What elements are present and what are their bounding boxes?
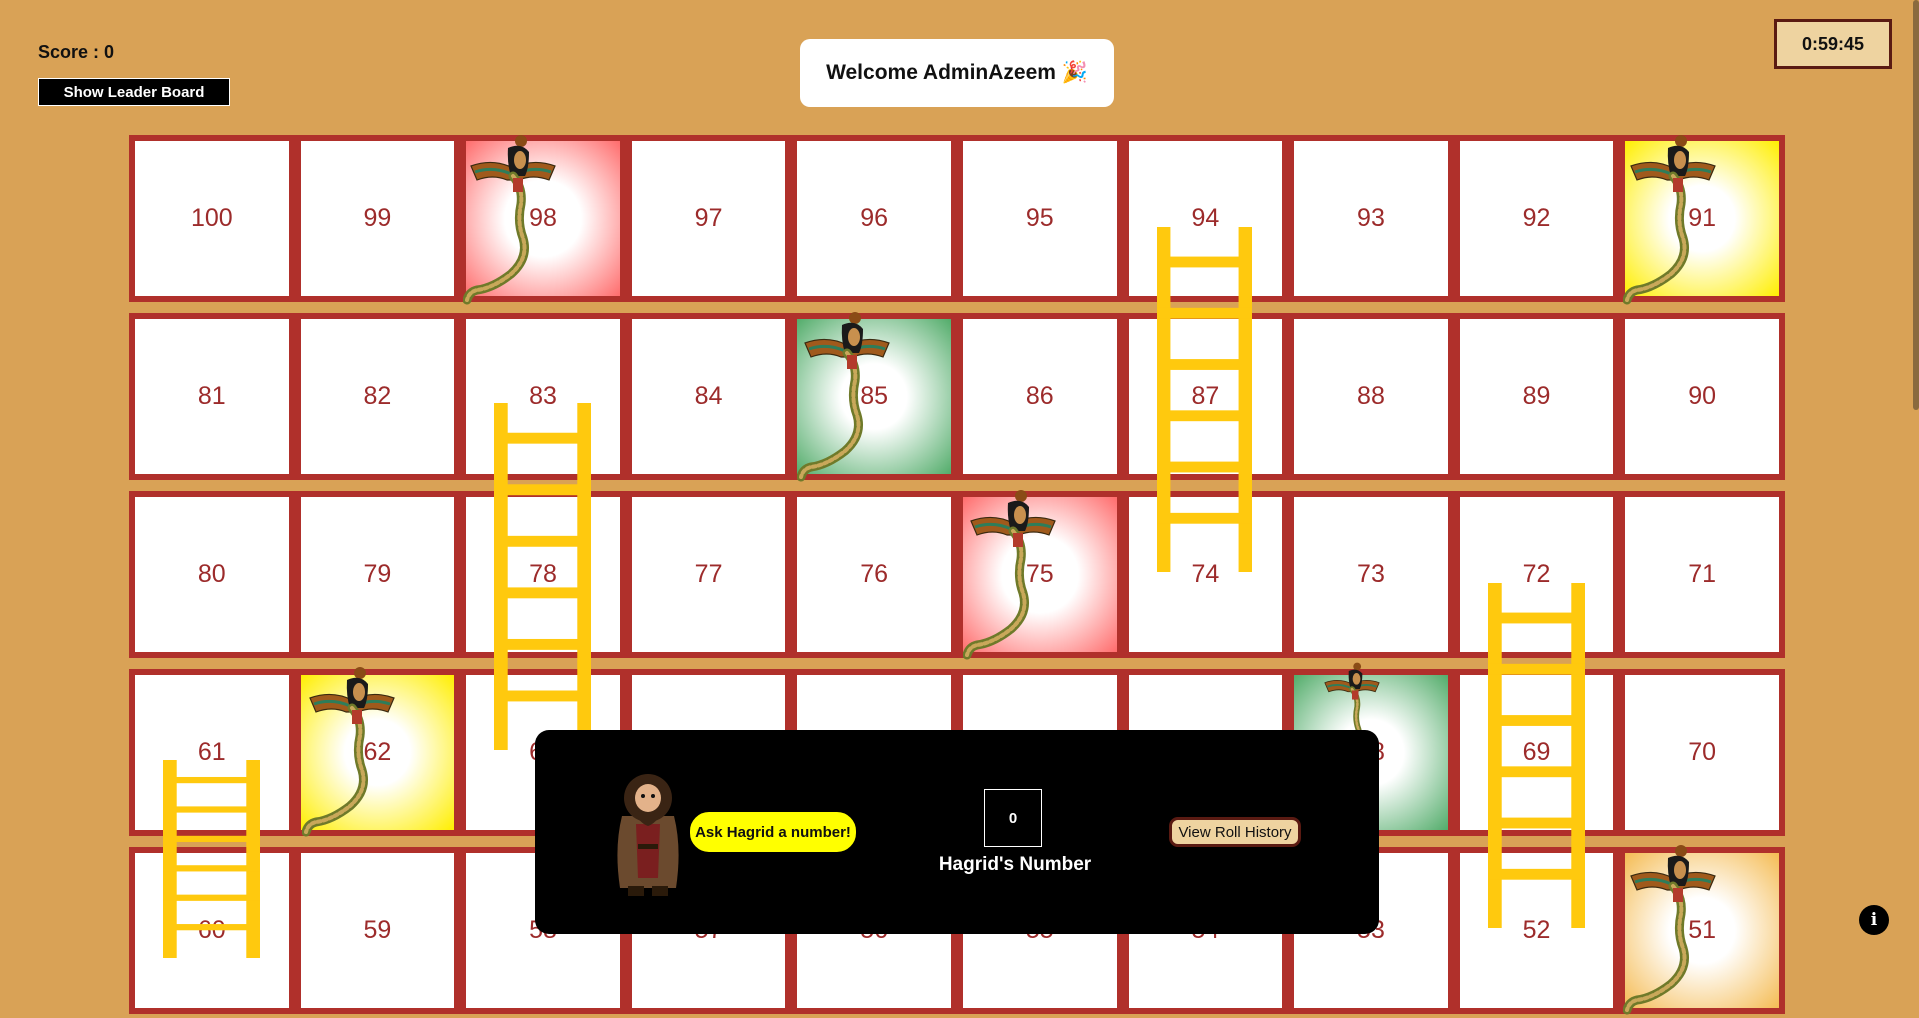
- board-cell: 93: [1294, 141, 1448, 296]
- board-cell: 94: [1128, 141, 1283, 296]
- hagrid-number-label: Hagrid's Number: [938, 854, 1092, 875]
- board-cell: 98: [466, 141, 620, 296]
- board-cell: 60: [135, 853, 289, 1008]
- hagrid-avatar: [617, 774, 679, 896]
- hagrid-number-display: 0: [984, 789, 1042, 847]
- board-cell: 92: [1459, 141, 1614, 296]
- board-cell: 72: [1459, 497, 1614, 652]
- board-cell: 96: [797, 141, 951, 296]
- scrollbar-thumb[interactable]: [1913, 0, 1919, 410]
- board-cell: 59: [300, 853, 455, 1008]
- board-cell: 87: [1128, 319, 1283, 474]
- ask-hagrid-button[interactable]: Ask Hagrid a number!: [689, 811, 857, 853]
- page-scrollbar[interactable]: [1913, 0, 1919, 958]
- board-cell: 91: [1625, 141, 1779, 296]
- board-cell: 62: [300, 675, 455, 830]
- board-cell: 74: [1128, 497, 1283, 652]
- board-cell: 100: [135, 141, 289, 296]
- info-icon[interactable]: i: [1859, 905, 1889, 935]
- board-cell: 79: [300, 497, 455, 652]
- board-cell: 83: [466, 319, 620, 474]
- board-cell: 52: [1459, 853, 1614, 1008]
- countdown-timer: 0:59:45: [1774, 19, 1892, 69]
- board-cell: 99: [300, 141, 455, 296]
- board-cell: 82: [300, 319, 455, 474]
- board-row: 100 99 98 97 96 95 94 93 92 91: [129, 135, 1785, 302]
- board-cell: 86: [962, 319, 1117, 474]
- board-cell: 84: [631, 319, 786, 474]
- board-cell: 76: [797, 497, 951, 652]
- board-cell: 78: [466, 497, 620, 652]
- show-leaderboard-button[interactable]: Show Leader Board: [38, 78, 230, 106]
- board-row: 80 79 78 77 76 75 74 73 72 71: [129, 491, 1785, 658]
- board-cell: 51: [1625, 853, 1779, 1008]
- board-cell: 85: [797, 319, 951, 474]
- board-cell: 71: [1625, 497, 1779, 652]
- board-cell: 61: [135, 675, 289, 830]
- board-cell: 88: [1294, 319, 1448, 474]
- board-cell: 90: [1625, 319, 1779, 474]
- board-cell: 97: [631, 141, 786, 296]
- board-row: 81 82 83 84 85 86 87 88 89 90: [129, 313, 1785, 480]
- board-cell: 70: [1625, 675, 1779, 830]
- board-cell: 69: [1459, 675, 1614, 830]
- welcome-banner: Welcome AdminAzeem 🎉: [800, 39, 1114, 107]
- board-cell: 75: [962, 497, 1117, 652]
- dice-panel: Ask Hagrid a number! 0 Hagrid's Number V…: [535, 730, 1379, 934]
- view-roll-history-button[interactable]: View Roll History: [1169, 817, 1301, 847]
- board-cell: 80: [135, 497, 289, 652]
- board-cell: 77: [631, 497, 786, 652]
- score-label: Score : 0: [38, 42, 115, 62]
- board-cell: 73: [1294, 497, 1448, 652]
- board-cell: 81: [135, 319, 289, 474]
- board-cell: 95: [962, 141, 1117, 296]
- board-cell: 89: [1459, 319, 1614, 474]
